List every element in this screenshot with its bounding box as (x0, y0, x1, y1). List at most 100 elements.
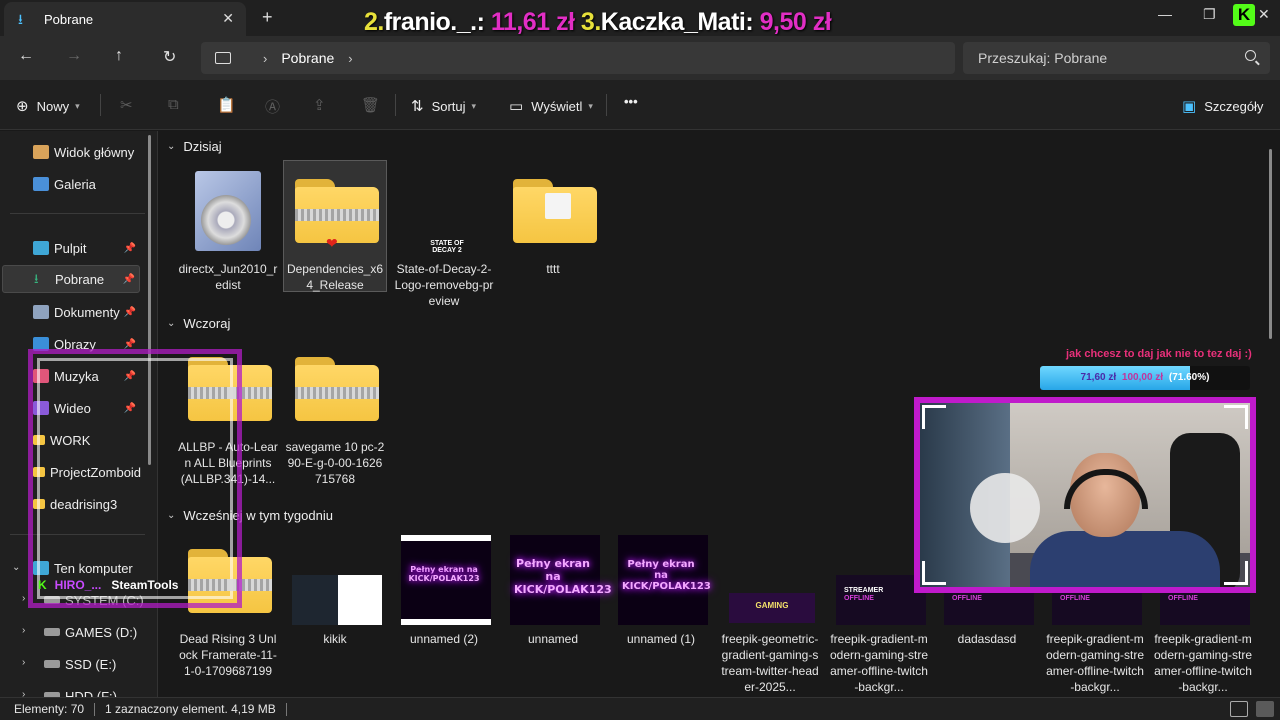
file-name: dadasdasd (957, 632, 1017, 646)
share-icon[interactable]: ⇪ (313, 96, 326, 114)
address-bar[interactable]: › Pobrane › (201, 42, 955, 74)
new-tab-button[interactable]: + (262, 7, 273, 28)
chevron-down-icon[interactable]: ⌄ (12, 562, 20, 573)
sidebar-item-deadrising3[interactable]: deadrising3 (33, 490, 157, 518)
sidebar-item-label: Obrazy (54, 336, 96, 352)
view-icon: ▭ (509, 98, 524, 115)
file-name: kikik (323, 632, 347, 646)
sidebar-item-projectzomboid[interactable]: ProjectZomboid (33, 458, 157, 486)
details-pane-icon: ▣ (1182, 98, 1197, 115)
file-name: freepik-gradient-modern-gaming-streamer-… (1045, 632, 1145, 694)
pin-icon[interactable]: 📌 (123, 274, 135, 285)
group-header-this-week[interactable]: ⌄ Wcześniej w tym tygodniu (167, 508, 333, 523)
sidebar-item-drive-d[interactable]: GAMES (D:) (44, 618, 157, 646)
file-item[interactable]: STATE OF DECAY 2 State-of-Decay-2-Logo-r… (392, 161, 496, 309)
view-button[interactable]: ▭ Wyświetl ▾ (509, 97, 593, 115)
music-icon (33, 369, 49, 383)
documents-icon (33, 305, 49, 319)
sidebar-item-desktop[interactable]: Pulpit 📌 (33, 234, 140, 262)
pin-icon[interactable]: 📌 (124, 403, 136, 414)
sidebar-item-label: Dokumenty (54, 304, 120, 320)
pin-icon[interactable]: 📌 (124, 371, 136, 382)
minimize-icon[interactable]: — (1158, 6, 1172, 22)
file-item[interactable]: Pełny ekran na KICK/POLAK123 unnamed (1) (609, 531, 713, 647)
sort-label: Sortuj (431, 98, 466, 114)
pin-icon[interactable]: 📌 (124, 243, 136, 254)
sidebar-item-work[interactable]: WORK (33, 426, 157, 454)
donation-goal-label: 71,60 zł 100,00 zł (71.60%) (1040, 372, 1250, 383)
file-item[interactable]: savegame 10 pc-290-E-g-0-00-1626715768 (283, 339, 387, 487)
paste-icon[interactable]: 📋 (217, 96, 236, 114)
pin-icon[interactable]: 📌 (124, 339, 136, 350)
sidebar-item-gallery[interactable]: Galeria (33, 170, 157, 198)
divider (100, 94, 101, 116)
sidebar-item-label: Muzyka (54, 368, 99, 384)
tab-pobrane[interactable]: ⭳ Pobrane ✕ (4, 2, 246, 36)
file-item[interactable]: Pełny ekran na KICK/POLAK123 unnamed (501, 531, 612, 647)
chevron-right-icon[interactable]: › (22, 657, 25, 668)
delete-icon[interactable]: 🗑 (361, 96, 380, 114)
refresh-icon[interactable]: ↻ (163, 47, 176, 67)
computer-icon (215, 52, 231, 64)
file-name: freepik-geometric-gradient-gaming-stream… (721, 632, 819, 694)
details-button[interactable]: ▣ Szczegóły (1182, 97, 1263, 115)
file-item[interactable]: directx_Jun2010_redist (176, 161, 280, 293)
forward-arrow-icon[interactable]: → (66, 47, 82, 65)
sidebar-item-home[interactable]: Widok główny (33, 138, 157, 166)
file-item-selected[interactable]: ❤ Dependencies_x64_Release (283, 160, 387, 292)
sidebar-item-drive-f[interactable]: HDD (F:) (44, 682, 157, 698)
search-input[interactable]: Przeszukaj: Pobrane (963, 42, 1270, 74)
group-header-today[interactable]: ⌄ Dzisiaj (167, 139, 222, 154)
thumbnail-text: Pełny ekran na KICK/POLAK123 (408, 565, 480, 583)
pin-icon[interactable]: 📌 (124, 307, 136, 318)
cut-icon[interactable]: ✂ (120, 96, 133, 114)
sidebar-item-music[interactable]: Muzyka 📌 (33, 362, 140, 390)
group-header-yesterday[interactable]: ⌄ Wczoraj (167, 316, 230, 331)
chevron-right-icon[interactable]: › (263, 51, 267, 66)
sort-button[interactable]: ⇅ Sortuj ▾ (411, 97, 476, 115)
donation-rank: 2. (364, 8, 384, 36)
maximize-icon[interactable]: ❐ (1203, 6, 1216, 23)
chevron-right-icon[interactable]: › (22, 625, 25, 636)
file-item[interactable]: Pełny ekran na KICK/POLAK123 unnamed (2) (392, 531, 496, 647)
file-name: savegame 10 pc-290-E-g-0-00-1626715768 (285, 440, 385, 486)
chevron-right-icon[interactable]: › (348, 51, 352, 66)
file-item[interactable]: Dead Rising 3 Unlock Framerate-11-1-0-17… (176, 531, 280, 679)
sidebar-item-drive-e[interactable]: SSD (E:) (44, 650, 157, 678)
details-view-icon[interactable] (1230, 701, 1248, 717)
sidebar-item-documents[interactable]: Dokumenty 📌 (33, 298, 140, 326)
file-item[interactable]: kikik (283, 531, 387, 647)
breadcrumb-pobrane[interactable]: Pobrane (281, 50, 334, 66)
sidebar-item-label: HDD (F:) (65, 688, 117, 698)
new-button[interactable]: ⊕ Nowy ▾ (16, 97, 80, 115)
file-item[interactable]: GAMING freepik-geometric-gradient-gaming… (718, 531, 822, 695)
state-of-decay-logo: STATE OF DECAY 2 (430, 240, 464, 254)
up-arrow-icon[interactable]: ↑ (115, 47, 123, 65)
rename-icon[interactable]: Ⓐ (265, 96, 280, 117)
zip-folder-icon: ❤ (290, 165, 380, 255)
search-icon[interactable] (1245, 50, 1256, 61)
tiles-view-icon[interactable] (1256, 701, 1274, 717)
close-window-icon[interactable]: ✕ (1258, 6, 1270, 23)
donation-amount: 11,61 zł (490, 8, 575, 36)
more-options-icon[interactable]: ••• (624, 94, 638, 109)
chevron-right-icon[interactable]: › (22, 689, 25, 697)
close-tab-icon[interactable]: ✕ (222, 10, 234, 27)
goal-current: 71,60 zł (1080, 372, 1117, 383)
pc-icon (33, 561, 49, 575)
copy-icon[interactable]: ⧉ (168, 96, 179, 113)
sidebar-item-downloads[interactable]: ⭳ Pobrane 📌 (2, 265, 140, 293)
back-arrow-icon[interactable]: ← (18, 47, 34, 65)
details-label: Szczegóły (1204, 98, 1264, 114)
image-thumbnail: Pełny ekran na KICK/POLAK123 (399, 535, 491, 625)
file-item[interactable]: ALLBP - Auto-Learn ALL Blueprints (ALLBP… (176, 339, 280, 487)
sidebar-item-pictures[interactable]: Obrazy 📌 (33, 330, 140, 358)
sidebar-item-video[interactable]: Wideo 📌 (33, 394, 140, 422)
chevron-right-icon[interactable]: › (22, 593, 25, 604)
content-scrollbar[interactable] (1269, 149, 1272, 339)
fan (970, 473, 1040, 543)
command-bar: ⊕ Nowy ▾ ✂ ⧉ 📋 Ⓐ ⇪ 🗑 ⇅ Sortuj ▾ ▭ Wyświe… (0, 80, 1280, 130)
zip-folder-icon (290, 343, 380, 433)
file-item[interactable]: tttt (501, 161, 605, 277)
heart-icon: ❤ (326, 235, 338, 251)
